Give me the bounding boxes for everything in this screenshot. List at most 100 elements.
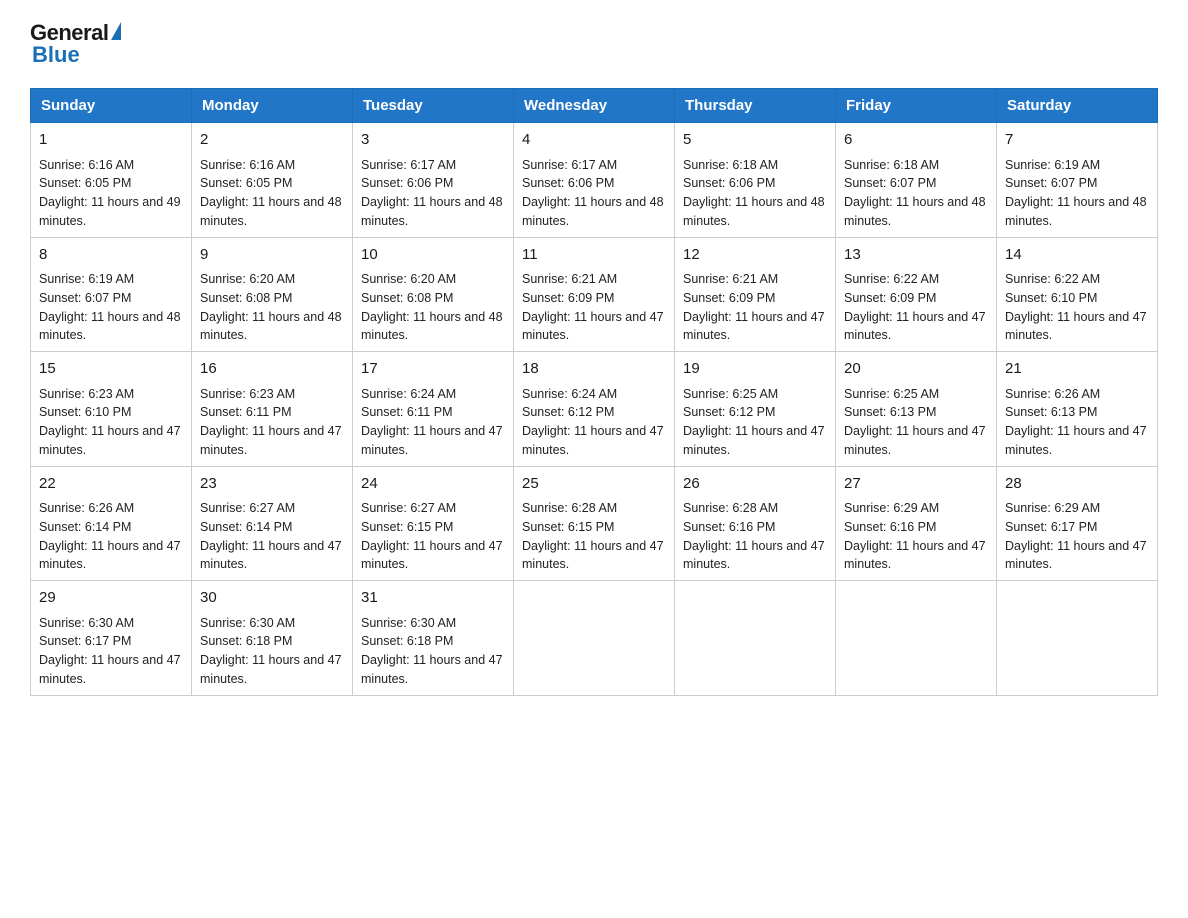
daylight-text: Daylight: 11 hours and 48 minutes. — [39, 308, 183, 346]
sunset-text: Sunset: 6:08 PM — [361, 289, 505, 308]
day-number: 8 — [39, 244, 183, 267]
day-number: 11 — [522, 244, 666, 267]
calendar-cell: 8 Sunrise: 6:19 AMSunset: 6:07 PMDaylight… — [31, 237, 192, 352]
calendar-header-row: SundayMondayTuesdayWednesdayThursdayFrid… — [31, 89, 1158, 123]
daylight-text: Daylight: 11 hours and 47 minutes. — [1005, 537, 1149, 575]
sunset-text: Sunset: 6:07 PM — [39, 289, 183, 308]
sunrise-text: Sunrise: 6:17 AM — [361, 156, 505, 175]
calendar-cell: 1 Sunrise: 6:16 AMSunset: 6:05 PMDaylight… — [31, 123, 192, 238]
daylight-text: Daylight: 11 hours and 48 minutes. — [844, 193, 988, 231]
sunset-text: Sunset: 6:18 PM — [361, 632, 505, 651]
day-number: 19 — [683, 358, 827, 381]
day-number: 31 — [361, 587, 505, 610]
sunrise-text: Sunrise: 6:18 AM — [683, 156, 827, 175]
calendar-cell: 7Sunrise: 6:19 AMSunset: 6:07 PMDaylight… — [997, 123, 1158, 238]
sunset-text: Sunset: 6:07 PM — [844, 174, 988, 193]
calendar-cell: 26Sunrise: 6:28 AMSunset: 6:16 PMDayligh… — [675, 466, 836, 581]
sunset-text: Sunset: 6:05 PM — [39, 174, 183, 193]
daylight-text: Daylight: 11 hours and 48 minutes. — [1005, 193, 1149, 231]
sunset-text: Sunset: 6:11 PM — [361, 403, 505, 422]
day-number: 24 — [361, 473, 505, 496]
daylight-text: Daylight: 11 hours and 48 minutes. — [361, 308, 505, 346]
sunrise-text: Sunrise: 6:25 AM — [844, 385, 988, 404]
calendar-cell: 2Sunrise: 6:16 AMSunset: 6:05 PMDaylight… — [192, 123, 353, 238]
daylight-text: Daylight: 11 hours and 47 minutes. — [200, 537, 344, 575]
sunrise-text: Sunrise: 6:30 AM — [361, 614, 505, 633]
sunrise-text: Sunrise: 6:24 AM — [361, 385, 505, 404]
calendar-cell: 30Sunrise: 6:30 AMSunset: 6:18 PMDayligh… — [192, 581, 353, 696]
day-number: 6 — [844, 129, 988, 152]
day-number: 30 — [200, 587, 344, 610]
calendar-table: SundayMondayTuesdayWednesdayThursdayFrid… — [30, 88, 1158, 696]
sunset-text: Sunset: 6:06 PM — [522, 174, 666, 193]
week-row-2: 8Sunrise: 6:19 AMSunset: 6:07 PMDaylight… — [31, 237, 1158, 352]
header-saturday: Saturday — [997, 89, 1158, 123]
sunrise-text: Sunrise: 6:16 AM — [39, 156, 183, 175]
sunrise-text: Sunrise: 6:27 AM — [200, 499, 344, 518]
sunset-text: Sunset: 6:06 PM — [683, 174, 827, 193]
day-number: 23 — [200, 473, 344, 496]
daylight-text: Daylight: 11 hours and 47 minutes. — [844, 537, 988, 575]
sunrise-text: Sunrise: 6:20 AM — [200, 270, 344, 289]
calendar-cell — [997, 581, 1158, 696]
daylight-text: Daylight: 11 hours and 48 minutes. — [683, 193, 827, 231]
calendar-cell: 31Sunrise: 6:30 AMSunset: 6:18 PMDayligh… — [353, 581, 514, 696]
day-number: 29 — [39, 587, 183, 610]
day-number: 10 — [361, 244, 505, 267]
sunrise-text: Sunrise: 6:16 AM — [200, 156, 344, 175]
daylight-text: Daylight: 11 hours and 47 minutes. — [200, 651, 344, 689]
week-row-5: 29 Sunrise: 6:30 AM Sunset: 6:17 PM Dayligh… — [31, 581, 1158, 696]
sunset-text: Sunset: 6:12 PM — [683, 403, 827, 422]
day-number: 1 — [39, 129, 183, 152]
daylight-text: Daylight: 11 hours and 47 minutes. — [522, 308, 666, 346]
sunset-text: Sunset: 6:17 PM — [39, 632, 183, 651]
sunset-text: Sunset: 6:12 PM — [522, 403, 666, 422]
calendar-cell: 14Sunrise: 6:22 AMSunset: 6:10 PMDayligh… — [997, 237, 1158, 352]
sunset-text: Sunset: 6:14 PM — [39, 518, 183, 537]
sunrise-text: Sunrise: 6:26 AM — [39, 499, 183, 518]
daylight-text: Daylight: 11 hours and 47 minutes. — [844, 422, 988, 460]
daylight-text: Daylight: 11 hours and 47 minutes. — [200, 422, 344, 460]
day-number: 3 — [361, 129, 505, 152]
sunrise-text: Sunrise: 6:22 AM — [844, 270, 988, 289]
day-number: 5 — [683, 129, 827, 152]
daylight-text: Daylight: 11 hours and 48 minutes. — [200, 193, 344, 231]
calendar-cell: 11Sunrise: 6:21 AMSunset: 6:09 PMDayligh… — [514, 237, 675, 352]
calendar-cell: 4Sunrise: 6:17 AMSunset: 6:06 PMDaylight… — [514, 123, 675, 238]
daylight-text: Daylight: 11 hours and 47 minutes. — [361, 537, 505, 575]
sunrise-text: Sunrise: 6:21 AM — [683, 270, 827, 289]
day-number: 16 — [200, 358, 344, 381]
header-friday: Friday — [836, 89, 997, 123]
day-number: 18 — [522, 358, 666, 381]
sunset-text: Sunset: 6:09 PM — [522, 289, 666, 308]
calendar-cell: 18Sunrise: 6:24 AMSunset: 6:12 PMDayligh… — [514, 352, 675, 467]
day-number: 4 — [522, 129, 666, 152]
sunset-text: Sunset: 6:06 PM — [361, 174, 505, 193]
sunset-text: Sunset: 6:10 PM — [1005, 289, 1149, 308]
sunrise-text: Sunrise: 6:19 AM — [1005, 156, 1149, 175]
sunrise-text: Sunrise: 6:27 AM — [361, 499, 505, 518]
calendar-cell: 27Sunrise: 6:29 AMSunset: 6:16 PMDayligh… — [836, 466, 997, 581]
sunrise-text: Sunrise: 6:20 AM — [361, 270, 505, 289]
sunrise-text: Sunrise: 6:19 AM — [39, 270, 183, 289]
day-number: 12 — [683, 244, 827, 267]
daylight-text: Daylight: 11 hours and 49 minutes. — [39, 193, 183, 231]
sunset-text: Sunset: 6:16 PM — [844, 518, 988, 537]
sunset-text: Sunset: 6:16 PM — [683, 518, 827, 537]
sunrise-text: Sunrise: 6:29 AM — [1005, 499, 1149, 518]
daylight-text: Daylight: 11 hours and 47 minutes. — [39, 422, 183, 460]
day-number: 2 — [200, 129, 344, 152]
daylight-text: Daylight: 11 hours and 47 minutes. — [844, 308, 988, 346]
day-number: 20 — [844, 358, 988, 381]
week-row-1: 1Sunrise: 6:16 AMSunset: 6:05 PMDaylight… — [31, 123, 1158, 238]
day-number: 22 — [39, 473, 183, 496]
sunset-text: Sunset: 6:09 PM — [844, 289, 988, 308]
daylight-text: Daylight: 11 hours and 48 minutes. — [200, 308, 344, 346]
sunrise-text: Sunrise: 6:17 AM — [522, 156, 666, 175]
calendar-cell: 17Sunrise: 6:24 AMSunset: 6:11 PMDayligh… — [353, 352, 514, 467]
logo-triangle-icon — [111, 22, 121, 40]
sunrise-text: Sunrise: 6:24 AM — [522, 385, 666, 404]
sunrise-text: Sunrise: 6:28 AM — [522, 499, 666, 518]
calendar-cell — [836, 581, 997, 696]
day-number: 27 — [844, 473, 988, 496]
